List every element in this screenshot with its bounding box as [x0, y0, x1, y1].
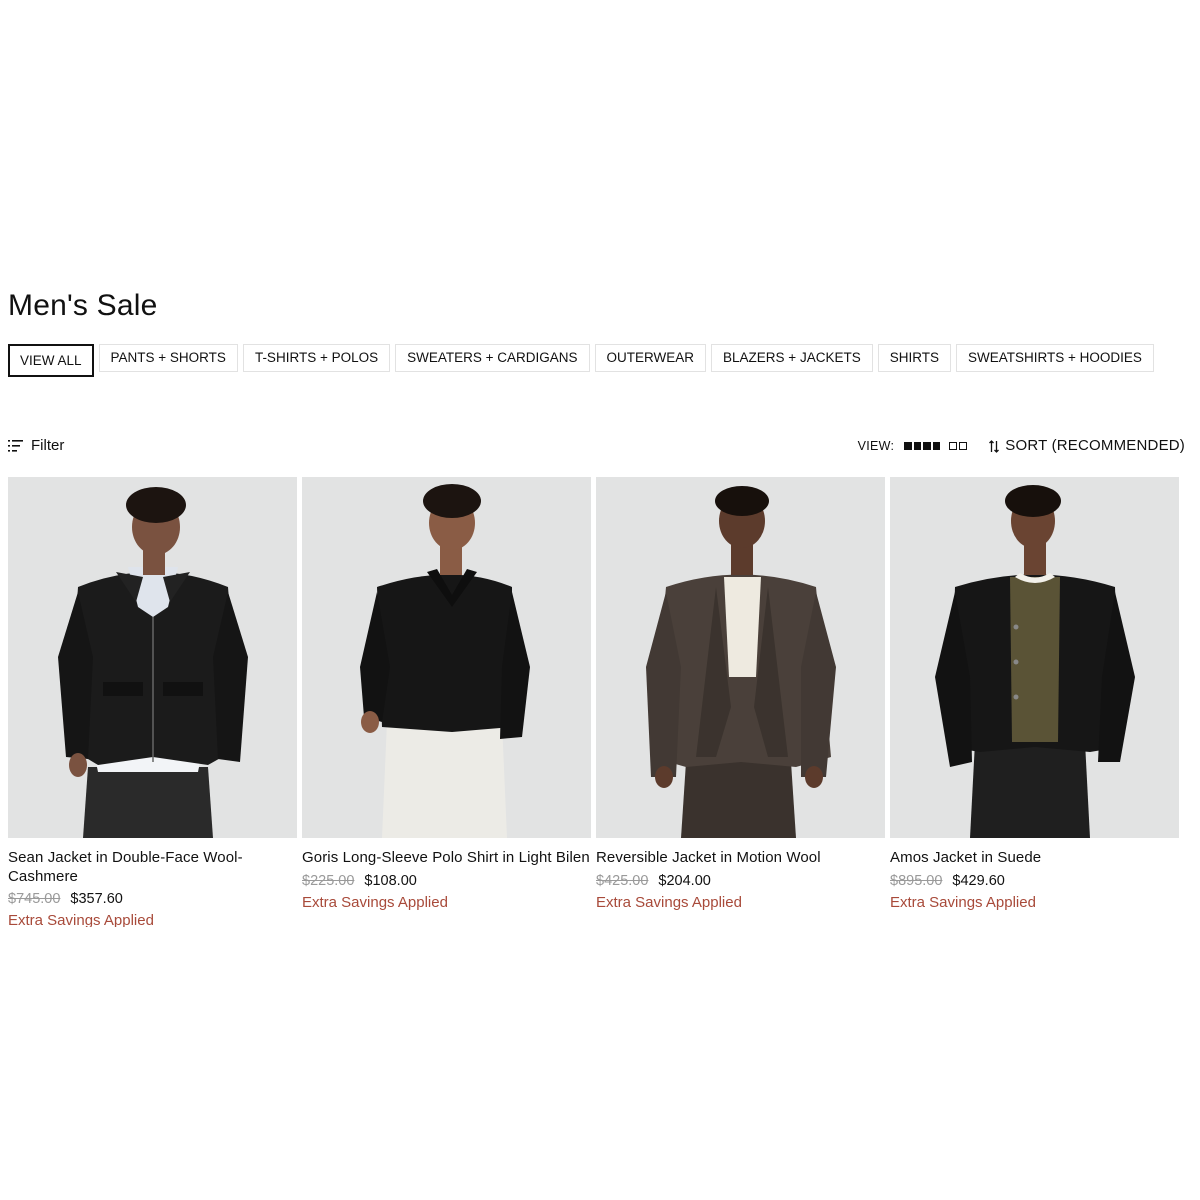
tab-tshirts-polos[interactable]: T-SHIRTS + POLOS: [242, 344, 391, 372]
savings-label: Extra Savings Applied: [890, 893, 1036, 911]
filter-label: Filter: [31, 437, 65, 454]
view-label: VIEW:: [857, 439, 895, 453]
model-black-suede-jacket-image: [890, 477, 1179, 838]
tab-sweatshirts-hoodies[interactable]: SWEATSHIRTS + HOODIES: [955, 344, 1154, 372]
sale-price: $357.60: [70, 891, 123, 907]
tab-shirts[interactable]: SHIRTS: [877, 344, 951, 372]
product-name[interactable]: Goris Long-Sleeve Polo Shirt in Light Bi…: [302, 849, 591, 868]
price-row: $225.00 $108.00: [302, 871, 591, 891]
product-grid: Sean Jacket in Double-Face Wool-Cashmere…: [8, 477, 1180, 927]
sale-price: $108.00: [364, 872, 417, 889]
price-row: $745.00 $357.60: [8, 889, 297, 909]
model-brown-reversible-jacket-image: [596, 477, 885, 838]
product-card[interactable]: Reversible Jacket in Motion Wool $425.00…: [596, 477, 885, 927]
price-row: $425.00 $204.00: [596, 871, 885, 891]
product-image[interactable]: [8, 477, 297, 838]
model-black-polo-image: [302, 477, 591, 838]
original-price: $895.00: [890, 872, 943, 889]
sort-label: SORT (RECOMMENDED): [1005, 437, 1185, 454]
product-image[interactable]: [596, 477, 885, 838]
tab-sweaters-cardigans[interactable]: SWEATERS + CARDIGANS: [395, 344, 590, 372]
original-price: $225.00: [302, 872, 355, 889]
savings-label: Extra Savings Applied: [8, 912, 154, 927]
model-black-zip-jacket-image: [8, 477, 297, 838]
sale-price: $429.60: [952, 872, 1005, 889]
sort-arrows-icon: [989, 439, 1000, 453]
page-title: Men's Sale: [8, 289, 158, 322]
product-card[interactable]: Goris Long-Sleeve Polo Shirt in Light Bi…: [302, 477, 591, 927]
tab-pants-shorts[interactable]: PANTS + SHORTS: [98, 344, 238, 372]
tab-view-all[interactable]: VIEW ALL: [8, 344, 94, 377]
filter-button[interactable]: Filter: [8, 434, 64, 458]
tab-outerwear[interactable]: OUTERWEAR: [594, 344, 707, 372]
view-controls: VIEW: SORT (RECOMMENDED): [858, 434, 1185, 458]
tab-blazers-jackets[interactable]: BLAZERS + JACKETS: [711, 344, 873, 372]
category-tabs: VIEW ALL PANTS + SHORTS T-SHIRTS + POLOS…: [8, 344, 1154, 377]
product-name[interactable]: Sean Jacket in Double-Face Wool-Cashmere: [8, 849, 297, 886]
sale-price: $204.00: [658, 872, 711, 889]
original-price: $425.00: [596, 872, 649, 889]
original-price: $745.00: [8, 891, 61, 907]
product-image[interactable]: [302, 477, 591, 838]
product-name[interactable]: Amos Jacket in Suede: [890, 849, 1179, 868]
product-card[interactable]: Sean Jacket in Double-Face Wool-Cashmere…: [8, 477, 297, 927]
toolbar: Filter VIEW: SORT (RECOMMENDED): [8, 434, 1185, 458]
sort-button[interactable]: SORT (RECOMMENDED): [989, 434, 1185, 458]
product-card[interactable]: Amos Jacket in Suede $895.00 $429.60 Ext…: [890, 477, 1179, 927]
savings-label: Extra Savings Applied: [302, 893, 448, 911]
grid-4-columns-icon[interactable]: [904, 442, 941, 450]
product-name[interactable]: Reversible Jacket in Motion Wool: [596, 849, 885, 868]
filter-list-icon: [8, 440, 23, 452]
price-row: $895.00 $429.60: [890, 871, 1179, 891]
product-image[interactable]: [890, 477, 1179, 838]
page: Men's Sale VIEW ALL PANTS + SHORTS T-SHI…: [0, 0, 1200, 1200]
grid-2-columns-icon[interactable]: [949, 442, 968, 450]
savings-label: Extra Savings Applied: [596, 893, 742, 911]
